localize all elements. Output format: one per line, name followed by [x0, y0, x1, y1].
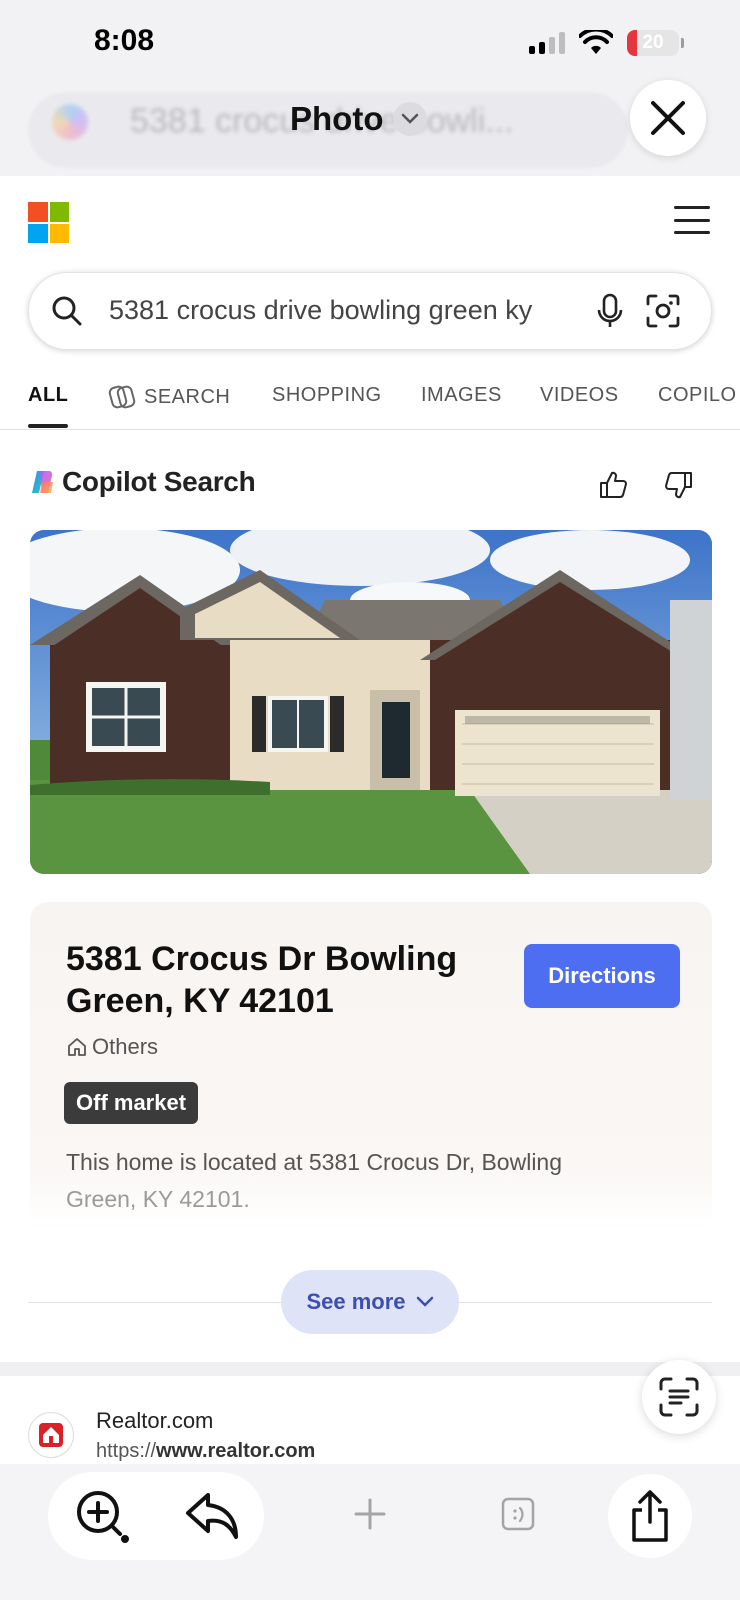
scan-text-button[interactable] [642, 1360, 716, 1434]
thumbs-up-icon[interactable] [598, 470, 628, 500]
live-text-icon [501, 1497, 535, 1531]
scan-text-icon [659, 1377, 699, 1417]
reply-arrow-icon [186, 1493, 238, 1539]
tab-copilot[interactable]: COPILO [658, 384, 737, 407]
search-query-text: 5381 crocus drive bowling green ky [109, 295, 533, 325]
result-site-name[interactable]: Realtor.com [96, 1408, 213, 1434]
visual-search-icon[interactable] [645, 293, 681, 329]
share-icon [632, 1490, 668, 1542]
search-tabs: ALL SEARCH SHOPPING IMAGES VIDEOS COPILO [0, 372, 740, 430]
battery-icon: 20 [627, 30, 679, 56]
bing-header [0, 176, 740, 266]
realtor-logo-icon [28, 1412, 74, 1458]
cellular-signal-icon [529, 32, 565, 54]
tab-images[interactable]: IMAGES [421, 384, 502, 407]
tab-videos[interactable]: VIDEOS [540, 384, 619, 407]
add-button[interactable] [344, 1488, 396, 1540]
status-time: 8:08 [94, 24, 155, 57]
directions-button[interactable]: Directions [524, 944, 680, 1008]
microsoft-logo-icon[interactable] [28, 202, 69, 243]
close-icon [651, 101, 685, 135]
copilot-logo-icon [52, 104, 88, 140]
property-category: Others [66, 1034, 158, 1060]
house-photo[interactable] [30, 530, 712, 874]
property-address: 5381 Crocus Dr Bowling Green, KY 42101 [66, 940, 458, 1020]
see-more-button[interactable]: See more [281, 1270, 459, 1334]
bottom-toolbar [0, 1464, 740, 1600]
share-icon-wrap [620, 1484, 680, 1548]
copilot-logo-icon [32, 471, 53, 493]
property-card: 5381 Crocus Dr Bowling Green, KY 42101 D… [30, 902, 712, 1232]
tab-all[interactable]: ALL [28, 384, 68, 407]
house-image [30, 530, 712, 874]
status-bar: 8:08 20 [0, 0, 740, 84]
close-button[interactable] [630, 80, 706, 156]
plus-icon [354, 1498, 386, 1530]
visual-lookup-button[interactable] [66, 1480, 136, 1550]
battery-level: 20 [642, 32, 664, 53]
active-tab-indicator [28, 424, 68, 428]
property-description: This home is located at 5381 Crocus Dr, … [66, 1149, 563, 1212]
section-divider [0, 1362, 740, 1376]
status-icons: 20 [529, 30, 684, 56]
tab-search[interactable]: SEARCH [108, 384, 230, 410]
home-icon [68, 1038, 86, 1056]
microphone-icon[interactable] [597, 293, 623, 329]
live-text-button[interactable] [492, 1488, 544, 1540]
status-badge: Off market [64, 1082, 199, 1124]
chevron-down-icon [416, 1296, 433, 1307]
copilot-search-header: Copilot Search [28, 466, 256, 498]
hamburger-menu-icon[interactable] [674, 206, 710, 234]
photo-title: Photo [290, 100, 384, 137]
wifi-icon [579, 30, 613, 54]
thumbs-down-icon[interactable] [664, 470, 694, 500]
result-url[interactable]: https://www.realtor.com [96, 1440, 315, 1463]
search-icon [52, 296, 82, 326]
copilot-search-title: Copilot Search [62, 466, 256, 497]
back-button[interactable] [180, 1484, 244, 1548]
visual-lookup-icon [77, 1491, 129, 1543]
search-input[interactable]: 5381 crocus drive bowling green ky [28, 272, 712, 350]
category-label: Others [92, 1034, 159, 1059]
photo-mode-selector[interactable]: Photo [290, 100, 428, 138]
photo-header: 5381 crocus drive bowli... Photo [0, 80, 740, 176]
copilot-search-icon [108, 385, 136, 409]
tab-shopping[interactable]: SHOPPING [272, 384, 382, 407]
chevron-down-icon [393, 102, 428, 136]
